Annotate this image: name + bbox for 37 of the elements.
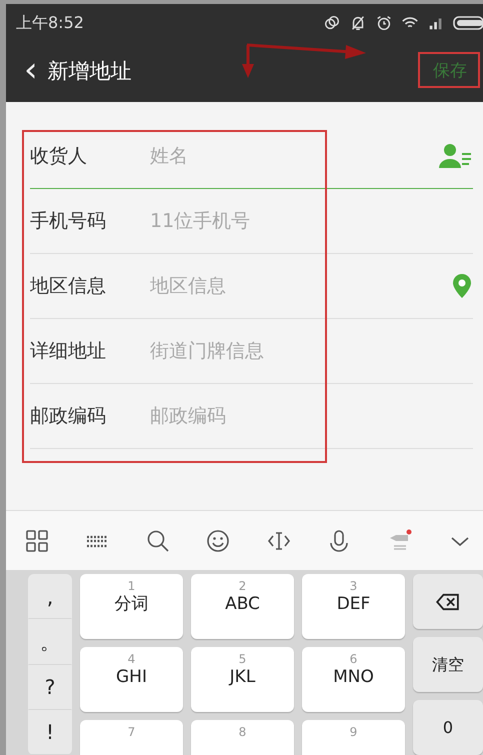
back-button[interactable]: ‹ — [6, 53, 48, 91]
keypad-key[interactable]: 3 DEF — [302, 574, 405, 639]
field-label: 收货人 — [30, 144, 88, 169]
field-label: 详细地址 — [30, 338, 107, 364]
keypad-key[interactable]: 0 — [413, 700, 483, 755]
field-label: 手机号码 — [30, 208, 107, 234]
field-label: 邮政编码 — [30, 404, 107, 429]
search-icon[interactable] — [144, 528, 171, 554]
input-field[interactable]: 11位手机号 — [148, 206, 473, 236]
keypad-key[interactable]: 6 MNO — [302, 647, 405, 712]
punctuation-key[interactable]: ? — [28, 664, 72, 710]
keypad-key[interactable]: 4 GHI — [80, 647, 183, 712]
keypad-key[interactable]: 5 JKL — [191, 647, 294, 712]
input-field[interactable]: 邮政编码 — [148, 400, 473, 432]
annotation-frame — [418, 52, 480, 88]
clock-text: 上午8:52 — [16, 12, 84, 34]
input-field[interactable]: 街道门牌信息 — [148, 336, 473, 366]
contact-icon[interactable] — [439, 143, 473, 169]
page-title: 新增地址 — [48, 58, 132, 86]
keypad-key[interactable]: 2 ABC — [191, 574, 294, 639]
location-pin-icon[interactable] — [451, 273, 473, 299]
smiley-icon[interactable] — [205, 528, 232, 554]
punctuation-key[interactable]: ! — [28, 710, 72, 755]
backspace-key[interactable] — [413, 574, 483, 629]
input-field[interactable]: 地区信息 — [148, 270, 451, 302]
field-label: 地区信息 — [30, 274, 107, 299]
input-field[interactable]: 姓名 — [148, 140, 439, 172]
keypad-key[interactable]: 1 分词 — [80, 574, 183, 639]
backspace-icon — [436, 592, 460, 610]
keypad-key[interactable]: 清空 — [413, 637, 483, 692]
sync-icon — [323, 14, 341, 32]
alarm-icon — [375, 14, 393, 32]
bell-muted-icon — [349, 14, 367, 32]
punctuation-key[interactable]: 。 — [28, 619, 72, 664]
punctuation-key[interactable]: , — [28, 574, 72, 620]
grid-icon[interactable] — [24, 528, 50, 554]
battery-icon — [453, 15, 483, 31]
